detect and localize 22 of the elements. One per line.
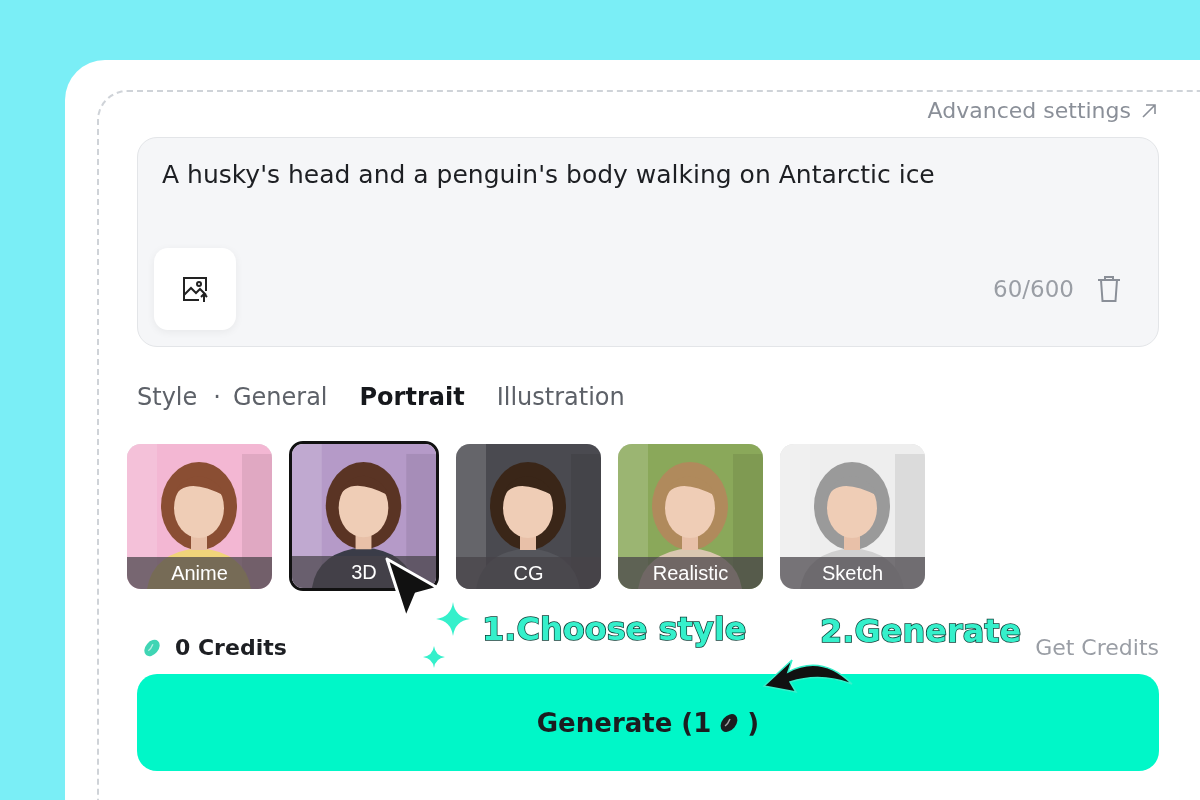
generate-button[interactable]: Generate (1 ) <box>137 674 1159 771</box>
style-tab[interactable]: General <box>232 383 328 411</box>
annotation-label: 2.Generate <box>820 612 1022 650</box>
sparkle-icon <box>423 646 445 668</box>
style-thumbnail[interactable]: Anime <box>127 444 272 589</box>
advanced-settings-link[interactable]: Advanced settings <box>927 98 1159 123</box>
style-tab[interactable]: Illustration <box>496 383 625 411</box>
style-thumbnail[interactable]: CG <box>456 444 601 589</box>
credits-count: 0 Credits <box>175 635 287 660</box>
image-upload-button[interactable] <box>154 248 236 330</box>
trash-icon[interactable] <box>1096 275 1122 303</box>
prompt-text: A husky's head and a penguin's body walking on Antarctic ice <box>162 160 936 189</box>
style-thumbnail[interactable]: Sketch <box>780 444 925 589</box>
character-counter: 60/600 <box>993 276 1074 302</box>
separator-dot: · <box>213 383 221 411</box>
prompt-field[interactable]: A husky's head and a penguin's body walking on Antarctic ice 60/600 <box>137 137 1159 347</box>
sparkle-icon <box>436 602 470 636</box>
style-thumbnail[interactable]: 3D <box>289 441 439 591</box>
style-label: Style <box>137 383 198 411</box>
style-tab[interactable]: Portrait <box>359 383 465 411</box>
style-thumbnail[interactable]: Realistic <box>618 444 763 589</box>
annotation-label: 1.Choose style <box>482 610 747 648</box>
